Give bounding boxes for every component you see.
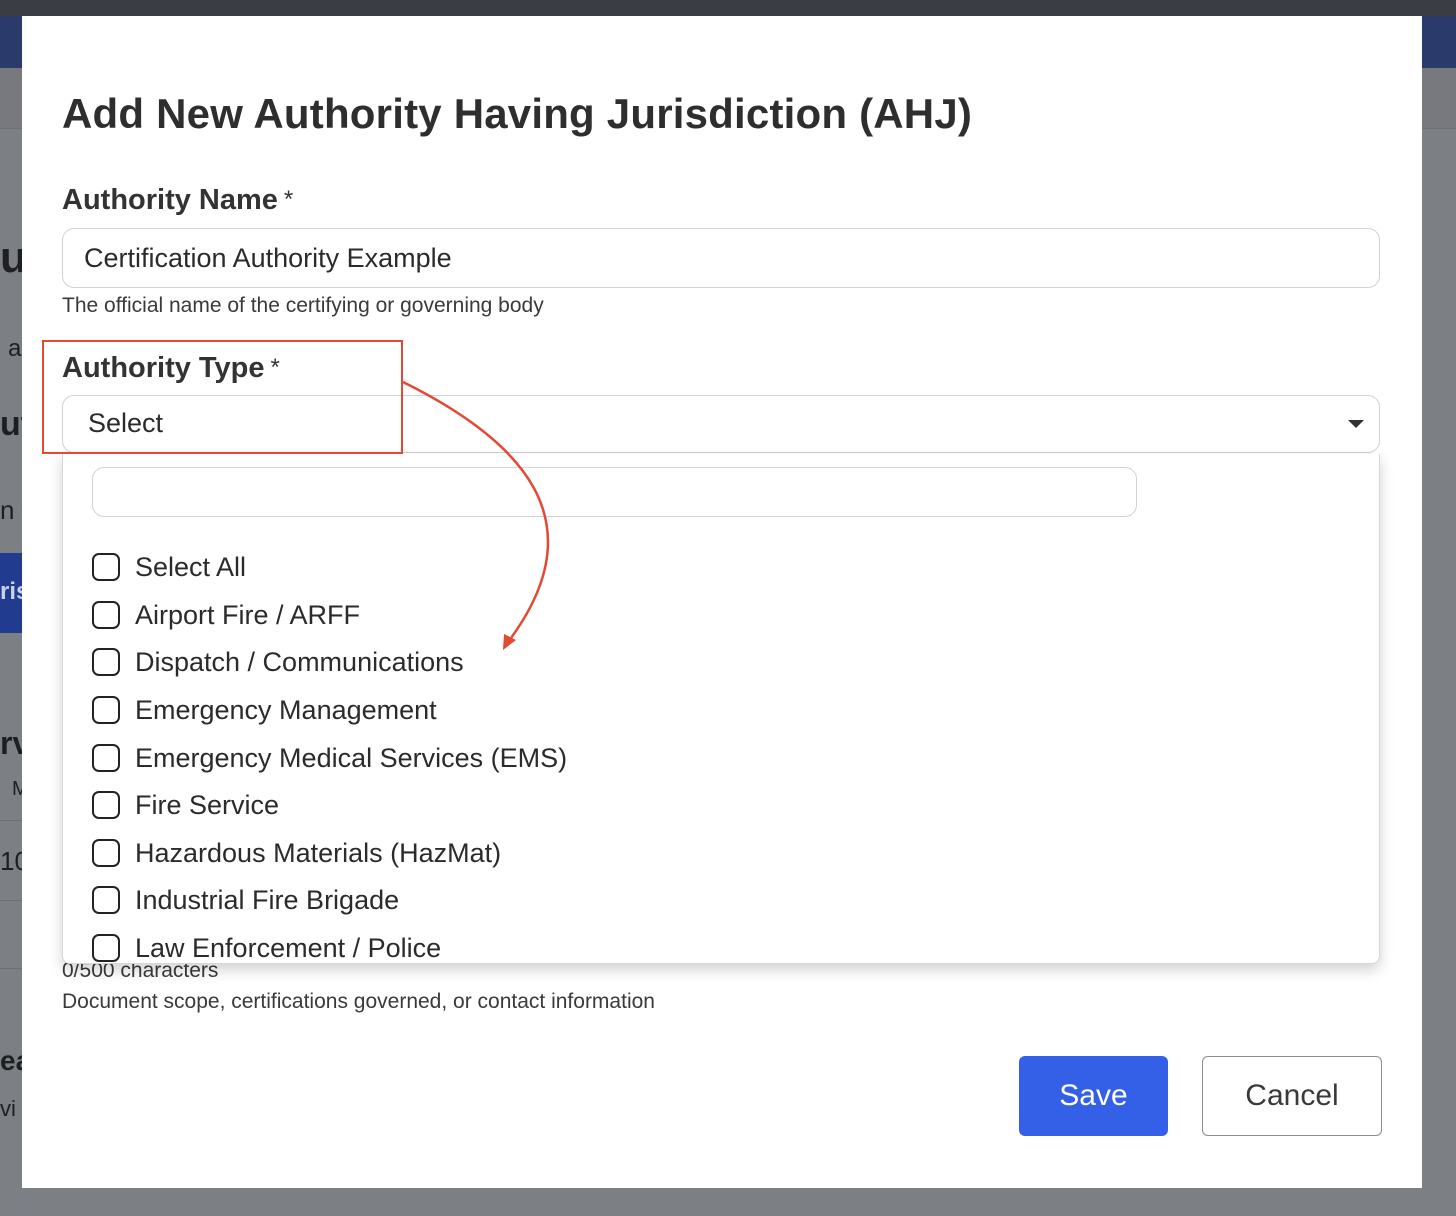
background-text-fragment: vi [0,1096,16,1121]
background-divider [0,968,24,969]
option-label: Airport Fire / ARFF [135,599,361,630]
required-mark: * [283,186,294,213]
option-select-all[interactable]: Select All [92,547,246,587]
option-label: Dispatch / Communications [135,646,464,677]
option-label: Industrial Fire Brigade [135,884,400,915]
authority-name-label-text: Authority Name [62,184,278,216]
option-emergency-management[interactable]: Emergency Management [92,690,437,730]
required-mark: * [270,354,280,381]
checkbox[interactable] [92,886,120,914]
modal-title: Add New Authority Having Jurisdiction (A… [62,90,973,137]
checkbox[interactable] [92,744,120,772]
checkbox[interactable] [92,601,120,629]
option-industrial-fire-brigade[interactable]: Industrial Fire Brigade [92,880,399,920]
authority-type-dropdown: Select All Airport Fire / ARFF Dispatch … [62,454,1380,964]
option-label: Hazardous Materials (HazMat) [135,837,502,868]
authority-type-selected-value: Select [88,408,164,438]
authority-name-help: The official name of the certifying or g… [62,294,544,317]
checkbox[interactable] [92,553,120,581]
caret-down-icon[interactable] [1348,420,1364,428]
option-ems[interactable]: Emergency Medical Services (EMS) [92,738,567,778]
option-label: Select All [135,551,247,582]
checkbox[interactable] [92,696,120,724]
checkbox[interactable] [92,648,120,676]
background-text-fragment: a [8,335,22,362]
dropdown-search-input[interactable] [92,467,1137,517]
option-label: Emergency Medical Services (EMS) [135,742,568,773]
option-airport-fire-arff[interactable]: Airport Fire / ARFF [92,595,360,635]
authority-type-select[interactable]: Select [62,395,1380,453]
checkbox[interactable] [92,839,120,867]
background-top-strip [0,0,1456,16]
option-label: Emergency Management [135,694,437,725]
option-law-enforcement[interactable]: Law Enforcement / Police [92,928,442,963]
authority-name-label: Authority Name * [62,184,293,217]
checkbox[interactable] [92,934,120,962]
option-hazmat[interactable]: Hazardous Materials (HazMat) [92,833,501,873]
option-label: Law Enforcement / Police [135,932,442,963]
cancel-button[interactable]: Cancel [1202,1056,1382,1136]
authority-name-input[interactable] [62,228,1380,288]
add-ahj-modal: Add New Authority Having Jurisdiction (A… [22,16,1422,1188]
background-divider [0,820,24,821]
option-fire-service[interactable]: Fire Service [92,785,279,825]
checkbox[interactable] [92,791,120,819]
option-label: Fire Service [135,789,280,820]
background-divider [0,900,24,901]
save-button[interactable]: Save [1019,1056,1168,1136]
option-dispatch-communications[interactable]: Dispatch / Communications [92,642,464,682]
authority-type-label: Authority Type * [62,352,280,385]
authority-type-label-text: Authority Type [62,352,265,384]
notes-help: Document scope, certifications governed,… [62,990,655,1013]
